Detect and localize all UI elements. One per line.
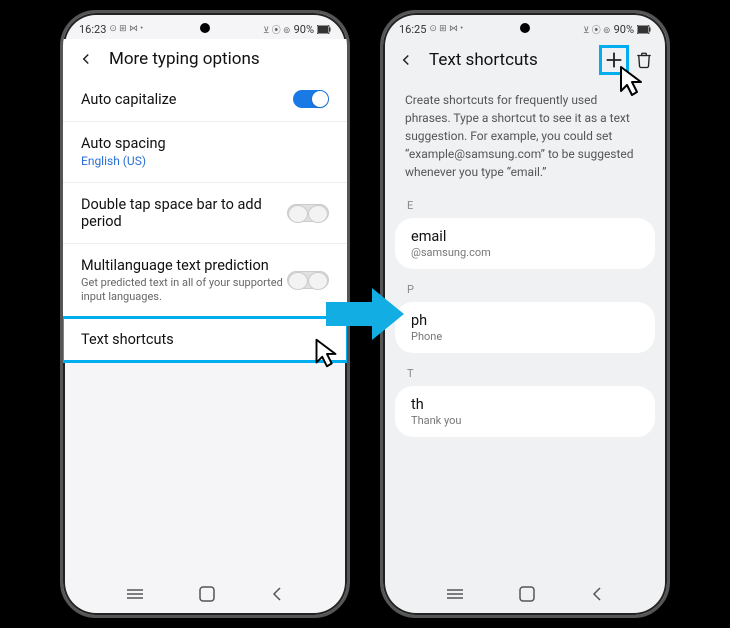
row-title: Auto capitalize	[81, 91, 293, 108]
row-title: Double tap space bar to add period	[81, 196, 271, 230]
row-double-tap-space[interactable]: Double tap space bar to add period	[63, 183, 347, 244]
arrow-icon	[322, 284, 408, 344]
camera-hole	[520, 23, 530, 33]
battery-icon	[317, 25, 331, 34]
shortcut-title: email	[411, 228, 639, 245]
page-header: Text shortcuts	[383, 39, 667, 79]
shortcuts-content: Create shortcuts for frequently used phr…	[383, 79, 667, 577]
page-header: More typing options	[63, 39, 347, 77]
shortcut-card-email[interactable]: email @samsung.com	[395, 218, 655, 269]
page-title: Text shortcuts	[429, 50, 589, 70]
nav-back-icon[interactable]	[590, 586, 604, 602]
shortcut-card-ph[interactable]: ph Phone	[395, 302, 655, 353]
shortcut-sub: Phone	[411, 330, 639, 343]
row-multilanguage-prediction[interactable]: Multilanguage text prediction Get predic…	[63, 244, 347, 318]
row-title: Auto spacing	[81, 135, 329, 152]
phone-right: 16:25 ⊙ ⊞ ⋈ • ⊻ ⦿ ⊚ 90% Text shortcuts	[380, 10, 670, 618]
nav-home-icon[interactable]	[199, 586, 215, 602]
row-title: Text shortcuts	[81, 331, 329, 348]
shortcut-card-th[interactable]: th Thank you	[395, 386, 655, 437]
section-label-t: T	[383, 363, 667, 384]
add-button[interactable]	[603, 49, 625, 71]
status-time: 16:23	[79, 23, 106, 36]
nav-recents-icon[interactable]	[446, 587, 464, 601]
nav-bar	[63, 577, 347, 615]
row-subtitle: Get predicted text in all of your suppor…	[81, 276, 287, 304]
shortcut-title: ph	[411, 312, 639, 329]
shortcut-sub: @samsung.com	[411, 246, 639, 259]
toggle-auto-capitalize[interactable]	[293, 90, 329, 108]
row-text-shortcuts[interactable]: Text shortcuts	[63, 318, 347, 361]
row-auto-spacing[interactable]: Auto spacing English (US)	[63, 122, 347, 183]
status-battery: 90%	[294, 23, 314, 36]
status-signal-icons: ⊻ ⦿ ⊚	[583, 23, 611, 36]
status-notif-icons: ⊙ ⊞ ⋈ •	[429, 24, 463, 34]
section-label-p: P	[383, 279, 667, 300]
status-notif-icons: ⊙ ⊞ ⋈ •	[109, 24, 143, 34]
row-subtitle: English (US)	[81, 154, 329, 169]
phone-left: 16:23 ⊙ ⊞ ⋈ • ⊻ ⦿ ⊚ 90% More typing opti…	[60, 10, 350, 618]
settings-list: Auto capitalize Auto spacing English (US…	[63, 77, 347, 577]
status-signal-icons: ⊻ ⦿ ⊚	[263, 23, 291, 36]
row-auto-capitalize[interactable]: Auto capitalize	[63, 77, 347, 122]
nav-bar	[383, 577, 667, 615]
section-label-e: E	[383, 195, 667, 216]
back-icon[interactable]	[77, 50, 95, 68]
camera-hole	[200, 23, 210, 33]
back-icon[interactable]	[397, 51, 415, 69]
nav-home-icon[interactable]	[519, 586, 535, 602]
shortcut-sub: Thank you	[411, 414, 639, 427]
status-time: 16:25	[399, 23, 426, 36]
toggle-double-tap[interactable]	[287, 204, 329, 222]
status-battery: 90%	[614, 23, 634, 36]
cursor-icon	[611, 61, 645, 95]
shortcut-title: th	[411, 396, 639, 413]
battery-icon	[637, 25, 651, 34]
nav-recents-icon[interactable]	[126, 587, 144, 601]
page-title: More typing options	[109, 49, 333, 69]
nav-back-icon[interactable]	[270, 586, 284, 602]
row-title: Multilanguage text prediction	[81, 257, 287, 274]
